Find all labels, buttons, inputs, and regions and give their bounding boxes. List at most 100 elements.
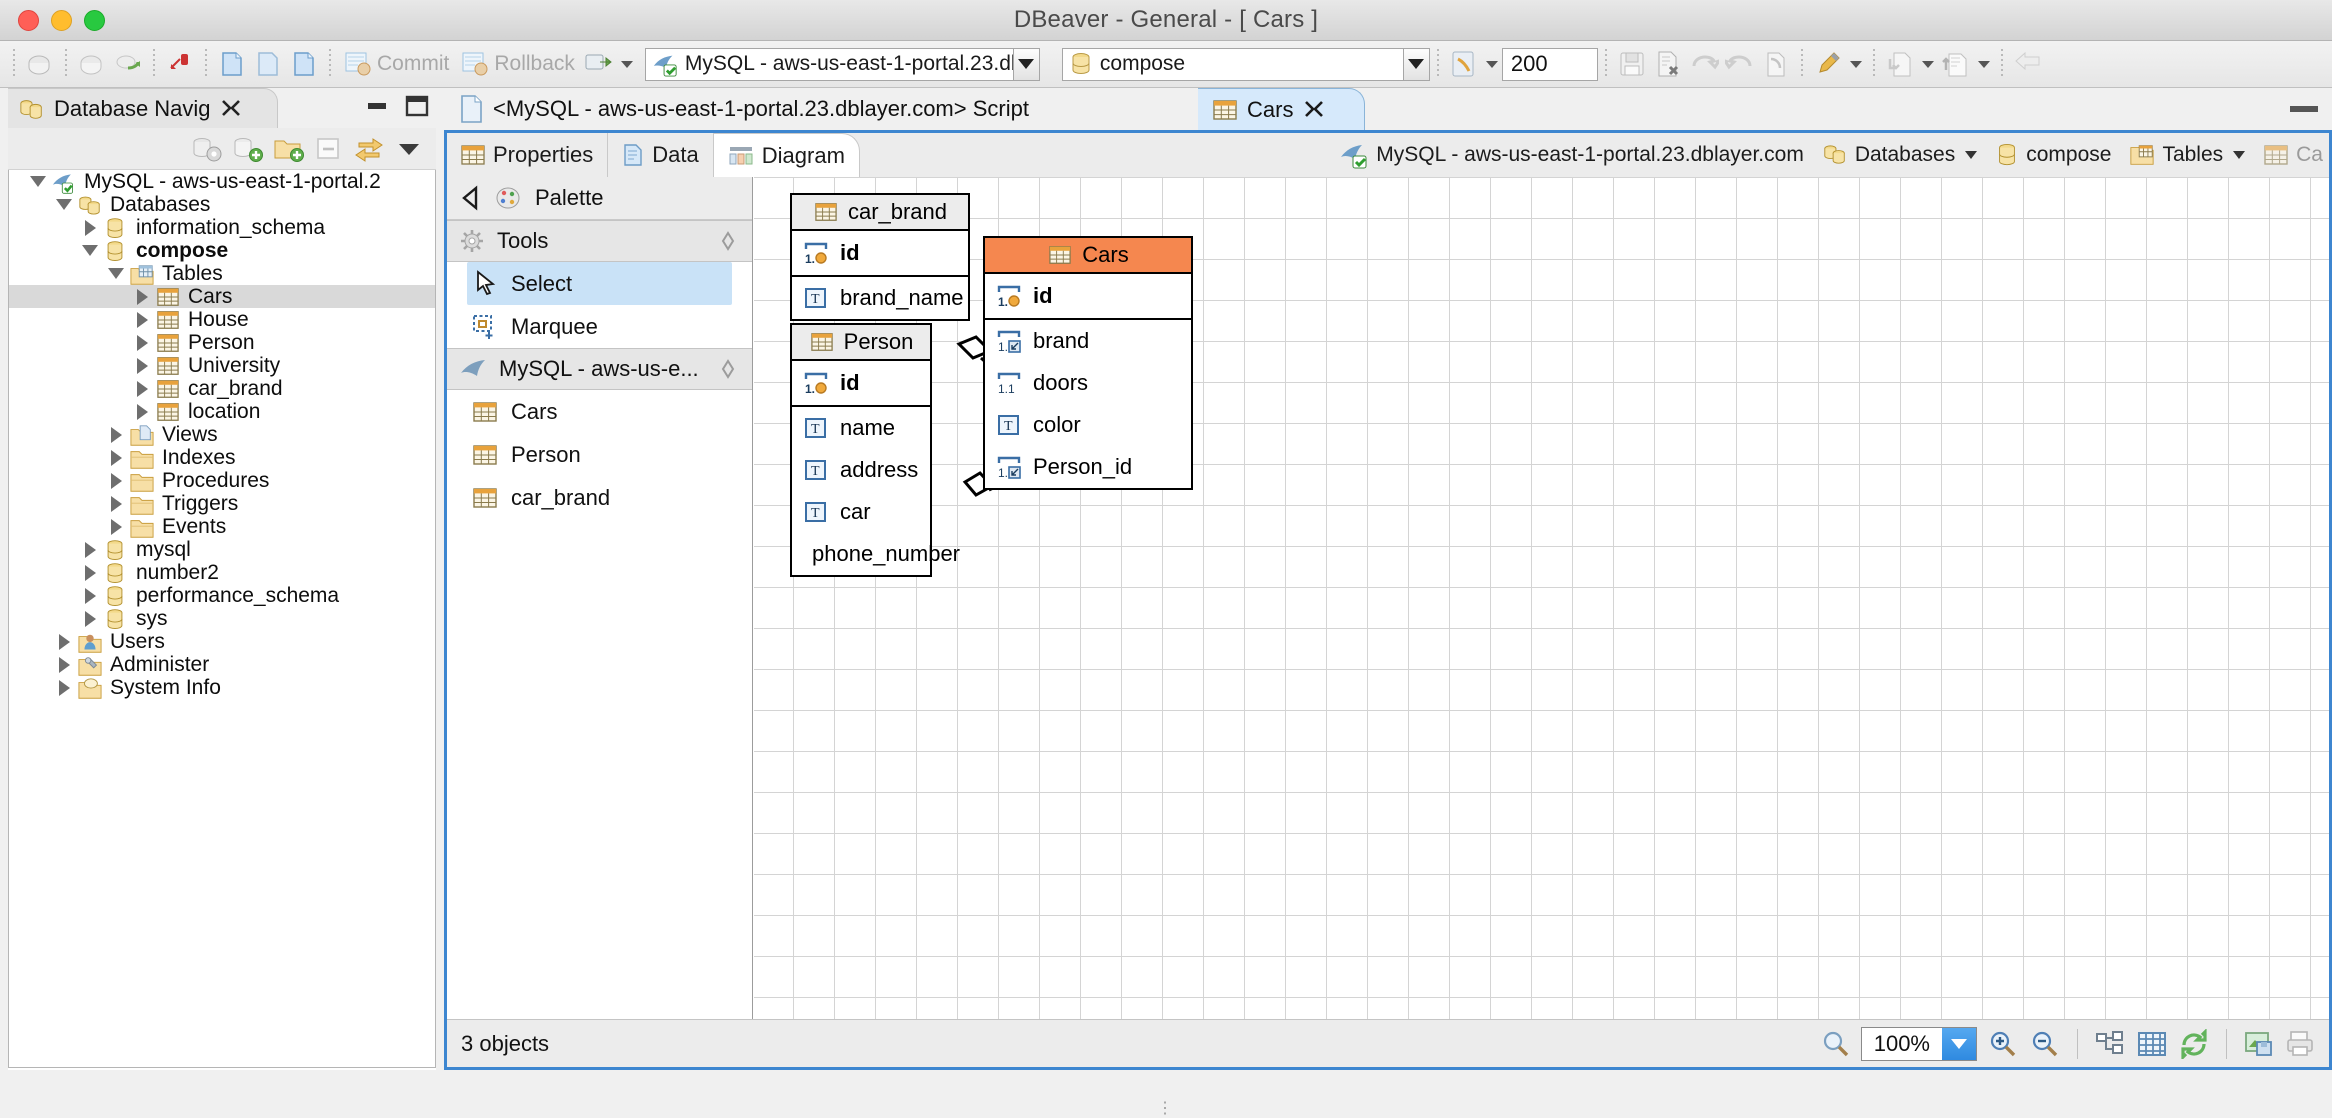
- delete-icon[interactable]: [1651, 47, 1685, 81]
- new-sql-editor-icon[interactable]: [251, 47, 285, 81]
- chevron-down-icon[interactable]: [1965, 151, 1978, 159]
- navigator-window-controls[interactable]: [364, 94, 430, 118]
- disconnect-icon[interactable]: [163, 47, 197, 81]
- editor-minimize-icon[interactable]: [2290, 106, 2318, 112]
- palette-tool-marquee[interactable]: Marquee: [447, 305, 752, 348]
- tree-item-performance-schema[interactable]: performance_schema: [9, 584, 435, 607]
- zoom-in-icon[interactable]: [1987, 1029, 2019, 1059]
- chevron-down-icon[interactable]: [2233, 151, 2246, 159]
- view-menu-icon[interactable]: [394, 135, 424, 163]
- expand-arrow-icon[interactable]: [103, 446, 129, 469]
- import-data-icon[interactable]: [1883, 47, 1917, 81]
- commit-button[interactable]: Commit: [338, 47, 455, 81]
- auto-layout-icon[interactable]: [2094, 1029, 2126, 1059]
- expand-arrow-icon[interactable]: [77, 607, 103, 630]
- tree-item-mysql-aws-us-east-1-portal-2[interactable]: MySQL - aws-us-east-1-portal.2: [9, 170, 435, 194]
- collapse-arrow-icon[interactable]: [51, 193, 77, 216]
- expand-arrow-icon[interactable]: [77, 584, 103, 607]
- tree-item-mysql[interactable]: mysql: [9, 538, 435, 561]
- sql-editor-icon[interactable]: [215, 47, 249, 81]
- entity-person-col-3[interactable]: T phone_number: [792, 533, 960, 575]
- tree-item-administer[interactable]: Administer: [9, 653, 435, 676]
- edit-connection-icon[interactable]: [75, 47, 109, 81]
- close-icon[interactable]: [219, 97, 243, 121]
- expand-arrow-icon[interactable]: [77, 538, 103, 561]
- maximize-icon[interactable]: [404, 94, 430, 118]
- refresh-connection-icon[interactable]: [111, 47, 145, 81]
- palette-group-mysql[interactable]: MySQL - aws-us-e...: [447, 348, 752, 390]
- rollback-button[interactable]: Rollback: [455, 47, 581, 81]
- palette-tool-select[interactable]: Select: [467, 262, 732, 305]
- expand-arrow-icon[interactable]: [129, 308, 155, 331]
- expand-arrow-icon[interactable]: [129, 400, 155, 423]
- entity-person[interactable]: Person 1. id T name T address T car phon…: [790, 323, 960, 577]
- configure-db-icon[interactable]: [191, 135, 223, 163]
- print-icon[interactable]: [2285, 1029, 2317, 1059]
- palette-group-tools[interactable]: Tools: [447, 220, 752, 262]
- database-selector[interactable]: compose: [1061, 47, 1430, 81]
- collapse-left-icon[interactable]: [459, 185, 483, 211]
- tree-item-users[interactable]: Users: [9, 630, 435, 653]
- entity-person-pk[interactable]: 1. id: [792, 361, 930, 407]
- tree-item-person[interactable]: Person: [9, 331, 435, 354]
- pin-icon[interactable]: [716, 230, 740, 252]
- highlight-dropdown-icon[interactable]: [1849, 60, 1862, 68]
- editor-tab-cars[interactable]: Cars: [1198, 88, 1365, 130]
- palette-entity-car-brand[interactable]: car_brand: [447, 476, 752, 519]
- collapse-all-icon[interactable]: [314, 135, 344, 163]
- connection-dropdown-arrow[interactable]: [1012, 48, 1039, 80]
- save-icon[interactable]: [1615, 47, 1649, 81]
- new-folder-icon[interactable]: [273, 135, 305, 163]
- entity-cars-pk[interactable]: 1. id: [985, 274, 1191, 320]
- connection-selector[interactable]: MySQL - aws-us-east-1-portal.23.dbl: [644, 47, 1040, 81]
- breadcrumb-databases[interactable]: Databases: [1816, 142, 1983, 168]
- tree-item-car-brand[interactable]: car_brand: [9, 377, 435, 400]
- tree-item-sys[interactable]: sys: [9, 607, 435, 630]
- tree-item-views[interactable]: Views: [9, 423, 435, 446]
- navigator-tree[interactable]: MySQL - aws-us-east-1-portal.2 Databases i…: [8, 170, 436, 1068]
- zoom-selector[interactable]: 100%: [1860, 1026, 1977, 1061]
- entity-person-col-0[interactable]: T name: [792, 407, 930, 449]
- database-dropdown-arrow[interactable]: [1402, 48, 1429, 80]
- search-icon[interactable]: [1821, 1029, 1851, 1059]
- entity-cars[interactable]: Cars 1. id 1. brand 1.1 doors T color 1.…: [983, 236, 1193, 490]
- expand-arrow-icon[interactable]: [129, 377, 155, 400]
- expand-arrow-icon[interactable]: [129, 354, 155, 377]
- entity-car-brand-pk[interactable]: 1. id: [792, 231, 968, 277]
- expand-arrow-icon[interactable]: [129, 331, 155, 354]
- new-connection-icon[interactable]: [23, 47, 57, 81]
- export-data-icon[interactable]: [1939, 47, 1973, 81]
- tab-properties[interactable]: Properties: [447, 133, 609, 177]
- entity-car-brand[interactable]: car_brand 1. id T brand_name: [790, 193, 970, 321]
- entity-person-col-1[interactable]: T address: [792, 449, 930, 491]
- refresh-icon[interactable]: [2178, 1028, 2210, 1059]
- zoom-out-icon[interactable]: [2029, 1029, 2061, 1059]
- expand-arrow-icon[interactable]: [51, 630, 77, 653]
- tree-item-databases[interactable]: Databases: [9, 193, 435, 216]
- revert-icon[interactable]: [1759, 47, 1793, 81]
- link-editor-icon[interactable]: [353, 135, 385, 163]
- entity-cars-col-0[interactable]: 1. brand: [985, 320, 1191, 362]
- sql-tools-icon[interactable]: [1447, 47, 1481, 81]
- tab-data[interactable]: Data: [608, 133, 714, 177]
- tree-item-procedures[interactable]: Procedures: [9, 469, 435, 492]
- breadcrumb-tables[interactable]: Tables: [2123, 142, 2251, 168]
- transaction-mode-icon[interactable]: [582, 47, 616, 81]
- minimize-icon[interactable]: [364, 96, 390, 116]
- tree-item-cars[interactable]: Cars: [9, 285, 435, 308]
- entity-cars-col-3[interactable]: 1. Person_id: [985, 446, 1191, 488]
- entity-cars-col-2[interactable]: T color: [985, 404, 1191, 446]
- recent-sql-editor-icon[interactable]: [287, 47, 321, 81]
- palette-entity-cars[interactable]: Cars: [447, 390, 752, 433]
- tree-item-tables[interactable]: Tables: [9, 262, 435, 285]
- entity-cars-col-1[interactable]: 1.1 doors: [985, 362, 1191, 404]
- tree-item-location[interactable]: location: [9, 400, 435, 423]
- breadcrumb-compose[interactable]: compose: [1989, 142, 2117, 168]
- breadcrumb-connection[interactable]: MySQL - aws-us-east-1-portal.23.dblayer.…: [1333, 140, 1810, 170]
- close-icon[interactable]: [1302, 98, 1326, 122]
- tree-item-triggers[interactable]: Triggers: [9, 492, 435, 515]
- expand-arrow-icon[interactable]: [103, 423, 129, 446]
- tree-item-compose[interactable]: compose: [9, 239, 435, 262]
- undo-icon[interactable]: [1687, 47, 1721, 81]
- er-diagram-canvas[interactable]: car_brand 1. id T brand_name Cars 1. id …: [754, 177, 2329, 1019]
